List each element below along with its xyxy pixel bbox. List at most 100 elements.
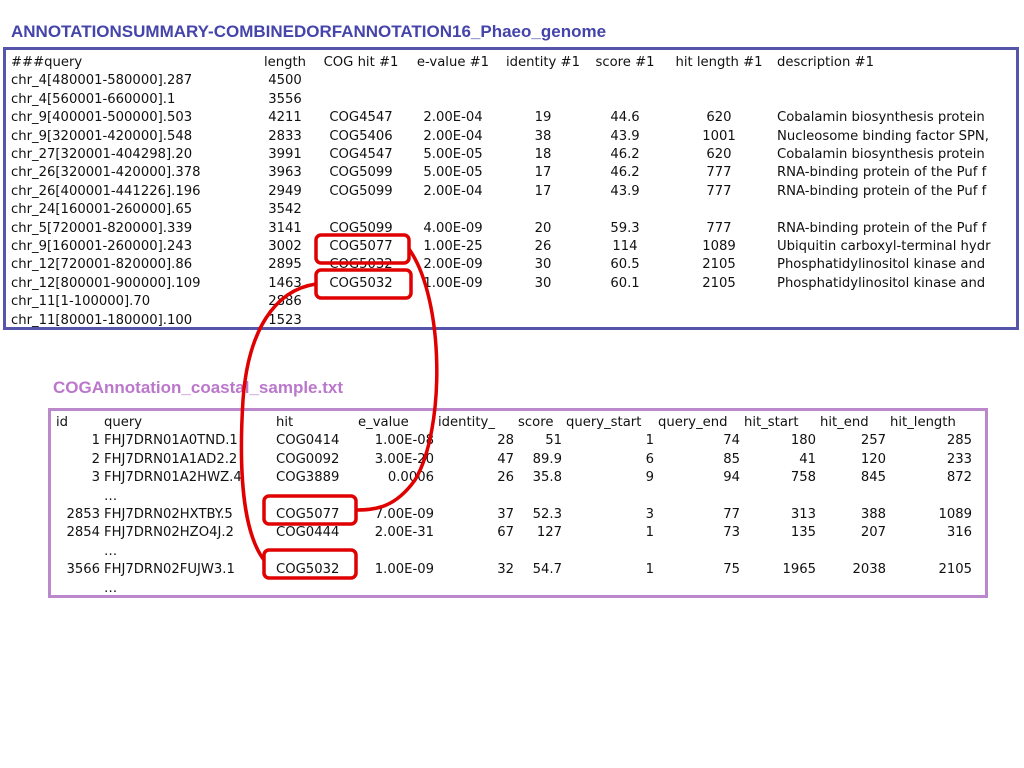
coastal-cell: 1.00E-08	[374, 433, 434, 449]
coastal-cell: 28	[497, 433, 514, 449]
summary-table-panel: ###query length COG hit #1 e-value #1 identi…	[3, 47, 1019, 330]
coastal-cell: 1	[645, 433, 654, 449]
summary-cell: 3991	[268, 147, 302, 163]
summary-cell: chr_24[160001-260000].65	[11, 202, 193, 218]
table-row: chr_11[1-100000].70 2886	[9, 293, 1015, 311]
table-row: chr_4[560001-660000].1 3556	[9, 91, 1015, 109]
summary-cell	[775, 72, 1015, 90]
table-row: chr_9[400001-500000].503 4211 COG4547 2.00E…	[9, 109, 1015, 127]
coastal-cell	[564, 488, 656, 506]
coastal-cell: 37	[497, 507, 514, 523]
table-row: chr_12[720001-820000].86 2895 COG5032 2.00E…	[9, 256, 1015, 274]
summary-cell: 777	[706, 220, 732, 236]
coastal-cell: …	[104, 488, 118, 504]
summary-cell: 2105	[702, 275, 736, 291]
coastal-cell	[564, 580, 656, 595]
summary-cell: Cobalamin biosynthesis protein	[777, 147, 985, 163]
summary-cell: 60.1	[610, 275, 640, 291]
summary-cell: 44.6	[610, 110, 640, 126]
summary-cell: 4211	[268, 110, 302, 126]
coastal-table: id query hit e_value identity_ score query_sta…	[54, 414, 974, 595]
coastal-cell: 0.0006	[387, 470, 434, 486]
coastal-cell: 2854	[66, 525, 100, 541]
summary-column-header: length	[263, 55, 307, 70]
coastal-cell	[54, 543, 102, 561]
table-row: 3566 FHJ7DRN02FUJW3.1 COG5032 1.00E-09 32 54.…	[54, 561, 974, 579]
coastal-cell	[54, 488, 102, 506]
summary-cell: 3002	[268, 239, 302, 255]
table-row: chr_9[320001-420000].548 2833 COG5406 2.00E…	[9, 128, 1015, 146]
summary-cell: COG5077	[329, 239, 393, 255]
coastal-header-row: id query hit e_value identity_ score query_sta…	[54, 414, 974, 432]
summary-cell	[315, 293, 407, 311]
summary-cell: 5.00E-05	[423, 165, 483, 181]
summary-cell	[499, 312, 587, 327]
coastal-cell: 3566	[66, 562, 100, 578]
coastal-title: COGAnnotation_coastal_sample.txt	[53, 378, 344, 397]
table-row: chr_9[160001-260000].243 3002 COG5077 1.00E…	[9, 238, 1015, 256]
coastal-cell: 6	[645, 451, 654, 467]
summary-cell: 46.2	[610, 147, 640, 163]
table-row: 2854 FHJ7DRN02HZO4J.2 COG0444 2.00E-31 67 127…	[54, 524, 974, 542]
coastal-cell	[888, 543, 974, 561]
summary-cell: 60.5	[610, 257, 640, 273]
coastal-cell	[818, 580, 888, 595]
coastal-cell: 7.00E-09	[374, 507, 434, 523]
table-row: 3 FHJ7DRN01A2HWZ.4 COG3889 0.0006 26 35.8 9 94 7…	[54, 469, 974, 487]
table-row: …	[54, 488, 974, 506]
coastal-cell: 1	[91, 433, 100, 449]
coastal-cell: 41	[799, 451, 816, 467]
coastal-cell	[656, 488, 742, 506]
summary-cell	[587, 293, 663, 311]
summary-cell: chr_9[320001-420000].548	[11, 128, 193, 144]
coastal-cell: COG0444	[276, 525, 340, 541]
summary-cell: COG5099	[329, 183, 393, 199]
coastal-cell: 758	[790, 470, 816, 486]
coastal-cell: 2105	[938, 562, 972, 578]
coastal-column-header: query_start	[566, 415, 642, 430]
summary-cell: RNA-binding protein of the Puf f	[777, 165, 987, 181]
summary-cell: 2.00E-04	[423, 128, 483, 144]
coastal-cell	[742, 543, 818, 561]
summary-cell	[775, 91, 1015, 109]
coastal-cell	[516, 580, 564, 595]
coastal-cell: FHJ7DRN01A0TND.1	[104, 433, 238, 449]
coastal-cell: 135	[790, 525, 816, 541]
summary-cell: chr_27[320001-404298].20	[11, 147, 193, 163]
summary-cell: 4.00E-09	[423, 220, 483, 236]
coastal-cell	[656, 580, 742, 595]
summary-cell: 2949	[268, 183, 302, 199]
summary-cell: 2886	[268, 294, 302, 310]
summary-cell	[587, 91, 663, 109]
summary-cell: 5.00E-05	[423, 147, 483, 163]
coastal-cell	[888, 488, 974, 506]
summary-cell: Phosphatidylinositol kinase and	[777, 257, 986, 273]
summary-cell: 1523	[268, 312, 302, 328]
summary-cell	[775, 312, 1015, 327]
summary-cell: 2105	[702, 257, 736, 273]
summary-cell: RNA-binding protein of the Puf f	[777, 183, 987, 199]
summary-cell: 2.00E-04	[423, 110, 483, 126]
coastal-cell: COG0092	[276, 451, 340, 467]
summary-column-header: description #1	[777, 55, 874, 70]
coastal-cell: 2.00E-31	[374, 525, 434, 541]
coastal-cell	[516, 543, 564, 561]
summary-cell	[315, 72, 407, 90]
summary-cell: 18	[534, 147, 552, 163]
summary-cell: Phosphatidylinositol kinase and	[777, 275, 986, 291]
coastal-cell: 3.00E-20	[374, 451, 434, 467]
summary-cell: chr_26[320001-420000].378	[11, 165, 201, 181]
summary-cell	[407, 312, 499, 327]
summary-column-header: identity #1	[506, 55, 580, 70]
summary-cell: 1463	[268, 275, 302, 291]
coastal-cell: 3	[91, 470, 100, 486]
summary-cell	[663, 293, 775, 311]
summary-cell	[587, 72, 663, 90]
coastal-cell: 73	[723, 525, 740, 541]
summary-cell: COG5406	[329, 128, 393, 144]
coastal-column-header: hit_start	[744, 415, 799, 430]
summary-cell	[315, 91, 407, 109]
table-row: chr_26[320001-420000].378 3963 COG5099 5.00…	[9, 164, 1015, 182]
coastal-cell: 1	[645, 525, 654, 541]
coastal-cell	[274, 488, 356, 506]
